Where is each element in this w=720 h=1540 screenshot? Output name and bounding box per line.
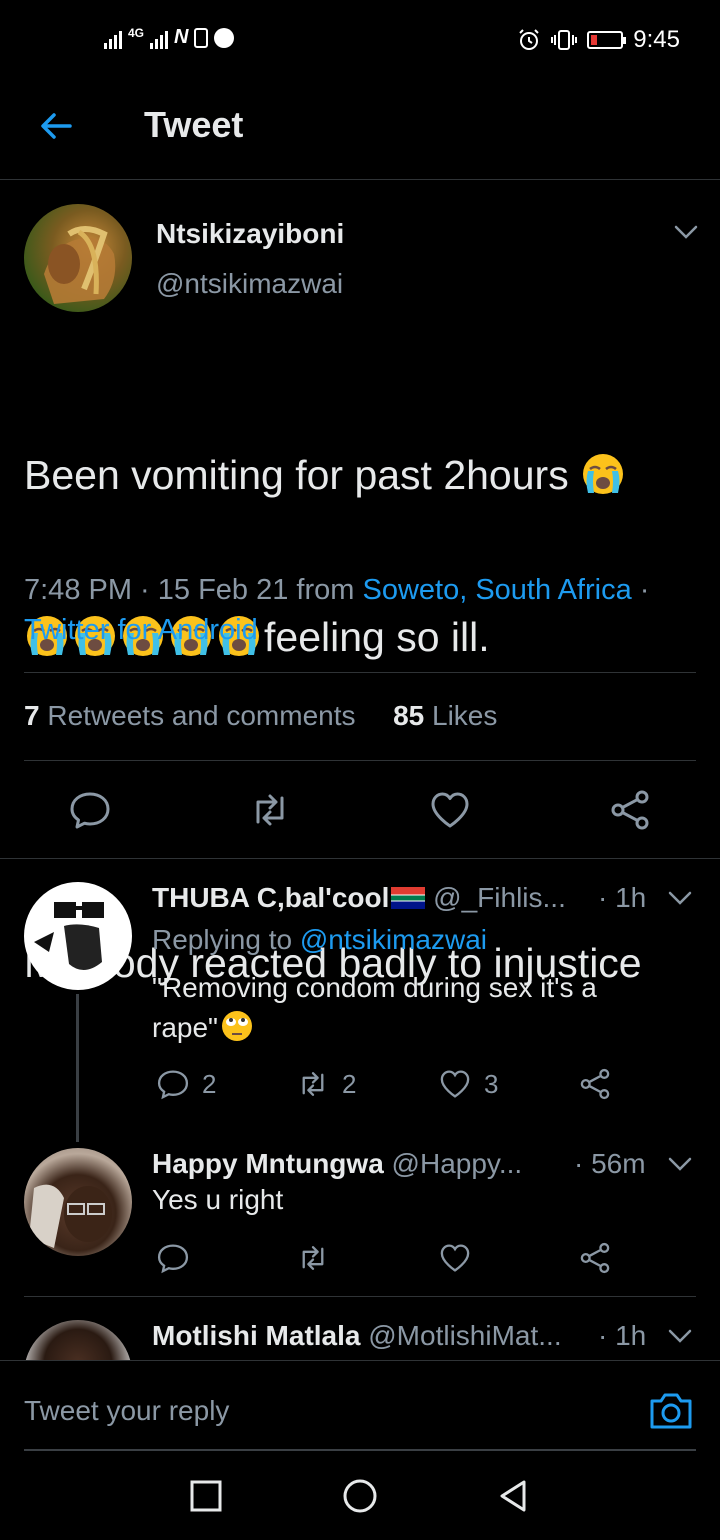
reply-text-line-2: rape": [152, 1008, 692, 1048]
comment-count: 2: [202, 1068, 217, 1099]
chevron-down-icon[interactable]: [666, 1326, 694, 1346]
retweet-icon[interactable]: [248, 788, 292, 832]
share-icon: [580, 1242, 610, 1274]
author-name[interactable]: Ntsikizayiboni: [156, 218, 344, 250]
meta-separator: ·: [631, 574, 650, 606]
reply-comment-action[interactable]: [156, 1238, 190, 1278]
network-type: 4G: [128, 26, 145, 40]
signal-icon: [150, 27, 169, 49]
clock: 9:45: [633, 26, 680, 53]
divider: [0, 858, 720, 859]
reply-comment-action[interactable]: 2: [156, 1064, 216, 1104]
loudly-crying-face-emoji-icon: [580, 451, 626, 497]
input-underline: [24, 1449, 696, 1451]
reply-retweet-action[interactable]: [296, 1238, 330, 1278]
like-count: 3: [484, 1068, 499, 1099]
reply-author-name[interactable]: Motlishi Matlala: [152, 1320, 360, 1351]
signal-no-sim-icon: [104, 27, 122, 49]
author-avatar[interactable]: [24, 204, 132, 312]
eye-roll-emoji-icon: [221, 1011, 252, 1041]
reply-avatar[interactable]: [24, 1320, 132, 1360]
replying-to: Replying to @ntsikimazwai: [152, 924, 488, 955]
chevron-down-icon[interactable]: [666, 888, 694, 908]
status-right: 9:45: [517, 26, 680, 54]
reply-author-name[interactable]: THUBA C,bal'cool: [152, 882, 389, 913]
divider: [24, 760, 696, 761]
home-circle-icon[interactable]: [340, 1476, 380, 1516]
back-triangle-icon[interactable]: [494, 1476, 534, 1516]
alert-icon: [194, 27, 209, 48]
tweet-stats: 7 Retweets and comments 85 Likes: [24, 700, 497, 732]
reply-time: · 1h: [598, 882, 647, 913]
system-nav-bar: [0, 1452, 720, 1540]
reply-text: "Removing condom during sex it's a rape": [152, 968, 692, 1048]
author-handle[interactable]: @ntsikimazwai: [156, 268, 343, 300]
status-left: 4G N: [104, 26, 235, 49]
reply-author-handle[interactable]: @Happy...: [384, 1148, 523, 1179]
chevron-down-icon[interactable]: [666, 1154, 694, 1174]
location-link[interactable]: Soweto, South Africa: [362, 574, 631, 606]
reply-text-line-1: "Removing condom during sex it's a: [152, 972, 597, 1003]
reply-like-action[interactable]: [438, 1238, 472, 1278]
comment-icon: [157, 1070, 189, 1100]
retweets-stat[interactable]: 7 Retweets and comments: [24, 700, 356, 731]
flag-south-africa-icon: [391, 887, 426, 909]
camera-icon[interactable]: [648, 1389, 694, 1431]
reply-header: Happy Mntungwa @Happy...: [152, 1148, 522, 1180]
replying-to-link[interactable]: @ntsikimazwai: [300, 924, 487, 955]
source-link[interactable]: Twitter for Android: [24, 614, 258, 646]
battery-icon: [587, 31, 627, 49]
avatar-image: [29, 1184, 112, 1248]
reply-text: Yes u right: [152, 1184, 284, 1215]
reply-author-handle[interactable]: @_Fihlis...: [425, 882, 566, 913]
reply-item[interactable]: Motlishi Matlala @MotlishiMat... · 1h: [0, 1318, 720, 1360]
page-title: Tweet: [144, 104, 244, 145]
reply-compose-bar: Tweet your reply: [0, 1360, 720, 1452]
vibrate-icon: [551, 30, 578, 50]
like-heart-icon[interactable]: [428, 788, 472, 832]
divider: [24, 1296, 696, 1297]
comment-icon: [157, 1244, 189, 1274]
recents-square-icon[interactable]: [186, 1476, 226, 1516]
chevron-down-icon[interactable]: [672, 222, 700, 242]
reply-share-action[interactable]: [578, 1064, 612, 1104]
retweet-count: 2: [342, 1068, 357, 1099]
avatar-image: [44, 226, 116, 304]
back-arrow-icon[interactable]: [36, 106, 76, 146]
reply-author-name[interactable]: Happy Mntungwa: [152, 1148, 384, 1179]
top-bar: Tweet: [0, 84, 720, 180]
retweet-icon: [302, 1246, 324, 1270]
reply-like-action[interactable]: 3: [438, 1064, 498, 1104]
reply-share-action[interactable]: [578, 1238, 612, 1278]
reply-time: · 1h: [598, 1320, 647, 1351]
retweet-icon: [302, 1072, 324, 1096]
reply-header: Motlishi Matlala @MotlishiMat...: [152, 1320, 562, 1352]
timestamp: 7:48 PM · 15 Feb 21 from: [24, 574, 363, 606]
like-heart-icon: [440, 1070, 470, 1098]
comment-icon[interactable]: [68, 788, 112, 832]
avatar-image: [34, 902, 104, 971]
nfc-badge-icon: N: [174, 26, 189, 48]
likes-stat[interactable]: 85 Likes: [393, 700, 497, 731]
reply-input[interactable]: Tweet your reply: [24, 1395, 229, 1427]
tweet-actions: [0, 780, 720, 840]
reply-header: THUBA C,bal'cool @_Fihlis...: [152, 882, 566, 914]
reply-author-handle[interactable]: @MotlishiMat...: [360, 1320, 561, 1351]
tweet-meta: 7:48 PM · 15 Feb 21 from Soweto, South A…: [24, 570, 704, 650]
reply-avatar[interactable]: [24, 882, 132, 990]
thread-line: [76, 994, 79, 1142]
share-icon[interactable]: [608, 788, 652, 832]
alarm-icon: [519, 29, 539, 50]
reply-retweet-action[interactable]: 2: [296, 1064, 356, 1104]
facebook-icon: [214, 27, 235, 48]
share-icon: [580, 1068, 610, 1100]
status-bar: 4G N 9:45: [0, 0, 720, 84]
reply-time: · 56m: [574, 1148, 646, 1179]
reply-avatar[interactable]: [24, 1148, 132, 1256]
divider: [24, 672, 696, 673]
like-heart-icon: [440, 1244, 470, 1272]
tweet-text-line-1: Been vomiting for past 2hours: [24, 448, 704, 502]
